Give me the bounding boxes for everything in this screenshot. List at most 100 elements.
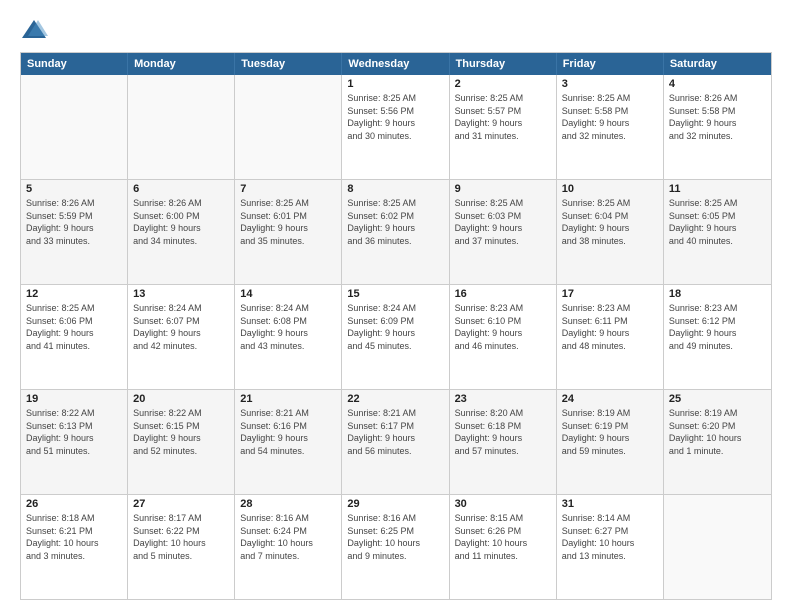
- day-info: Sunrise: 8:25 AM Sunset: 5:58 PM Dayligh…: [562, 92, 658, 142]
- day-cell-12: 12Sunrise: 8:25 AM Sunset: 6:06 PM Dayli…: [21, 285, 128, 389]
- day-cell-16: 16 Sunrise: 8:23 AM Sunset: 6:10 PM Dayli…: [450, 285, 557, 389]
- calendar: SundayMondayTuesdayWednesdayThursdayFrid…: [20, 52, 772, 600]
- day-number: 28: [240, 498, 336, 510]
- day-cell-4: 4Sunrise: 8:26 AM Sunset: 5:58 PM Daylig…: [664, 75, 771, 179]
- day-cell-7: 7Sunrise: 8:25 AM Sunset: 6:01 PM Daylig…: [235, 180, 342, 284]
- day-number: 11: [669, 183, 766, 195]
- day-number: 25: [669, 393, 766, 405]
- calendar-body: 1 Sunrise: 8:25 AM Sunset: 5:56 PM Daylig…: [21, 75, 771, 599]
- day-info: Sunrise: 8:21 AM Sunset: 6:17 PM Dayligh…: [347, 407, 443, 457]
- day-number: 5: [26, 183, 122, 195]
- empty-cell-0-1: [128, 75, 235, 179]
- day-number: 20: [133, 393, 229, 405]
- day-info: Sunrise: 8:16 AM Sunset: 6:25 PM Dayligh…: [347, 512, 443, 562]
- day-cell-31: 31Sunrise: 8:14 AM Sunset: 6:27 PM Dayli…: [557, 495, 664, 599]
- day-cell-24: 24 Sunrise: 8:19 AM Sunset: 6:19 PM Dayli…: [557, 390, 664, 494]
- day-number: 31: [562, 498, 658, 510]
- day-number: 9: [455, 183, 551, 195]
- day-info: Sunrise: 8:20 AM Sunset: 6:18 PM Dayligh…: [455, 407, 551, 457]
- day-number: 19: [26, 393, 122, 405]
- day-cell-29: 29 Sunrise: 8:16 AM Sunset: 6:25 PM Dayli…: [342, 495, 449, 599]
- day-info: Sunrise: 8:15 AM Sunset: 6:26 PM Dayligh…: [455, 512, 551, 562]
- header-day-wednesday: Wednesday: [342, 53, 449, 75]
- header-day-tuesday: Tuesday: [235, 53, 342, 75]
- calendar-row-4: 26Sunrise: 8:18 AM Sunset: 6:21 PM Dayli…: [21, 494, 771, 599]
- day-cell-28: 28 Sunrise: 8:16 AM Sunset: 6:24 PM Dayli…: [235, 495, 342, 599]
- day-number: 17: [562, 288, 658, 300]
- page: SundayMondayTuesdayWednesdayThursdayFrid…: [0, 0, 792, 612]
- header-day-thursday: Thursday: [450, 53, 557, 75]
- day-number: 1: [347, 78, 443, 90]
- day-number: 30: [455, 498, 551, 510]
- day-cell-18: 18 Sunrise: 8:23 AM Sunset: 6:12 PM Dayli…: [664, 285, 771, 389]
- day-info: Sunrise: 8:25 AM Sunset: 6:02 PM Dayligh…: [347, 197, 443, 247]
- logo-icon: [20, 16, 48, 44]
- empty-cell-4-6: [664, 495, 771, 599]
- day-number: 18: [669, 288, 766, 300]
- day-number: 15: [347, 288, 443, 300]
- calendar-row-3: 19 Sunrise: 8:22 AM Sunset: 6:13 PM Dayli…: [21, 389, 771, 494]
- header-day-saturday: Saturday: [664, 53, 771, 75]
- day-info: Sunrise: 8:25 AM Sunset: 5:56 PM Dayligh…: [347, 92, 443, 142]
- day-number: 24: [562, 393, 658, 405]
- day-number: 14: [240, 288, 336, 300]
- day-number: 10: [562, 183, 658, 195]
- header: [20, 16, 772, 44]
- day-number: 22: [347, 393, 443, 405]
- day-info: Sunrise: 8:19 AM Sunset: 6:19 PM Dayligh…: [562, 407, 658, 457]
- day-info: Sunrise: 8:19 AM Sunset: 6:20 PM Dayligh…: [669, 407, 766, 457]
- day-cell-6: 6Sunrise: 8:26 AM Sunset: 6:00 PM Daylig…: [128, 180, 235, 284]
- day-info: Sunrise: 8:24 AM Sunset: 6:07 PM Dayligh…: [133, 302, 229, 352]
- day-cell-11: 11Sunrise: 8:25 AM Sunset: 6:05 PM Dayli…: [664, 180, 771, 284]
- day-cell-8: 8 Sunrise: 8:25 AM Sunset: 6:02 PM Daylig…: [342, 180, 449, 284]
- day-cell-19: 19 Sunrise: 8:22 AM Sunset: 6:13 PM Dayli…: [21, 390, 128, 494]
- day-number: 21: [240, 393, 336, 405]
- logo: [20, 16, 52, 44]
- day-info: Sunrise: 8:24 AM Sunset: 6:08 PM Dayligh…: [240, 302, 336, 352]
- day-cell-27: 27Sunrise: 8:17 AM Sunset: 6:22 PM Dayli…: [128, 495, 235, 599]
- day-cell-9: 9 Sunrise: 8:25 AM Sunset: 6:03 PM Daylig…: [450, 180, 557, 284]
- day-cell-15: 15 Sunrise: 8:24 AM Sunset: 6:09 PM Dayli…: [342, 285, 449, 389]
- day-info: Sunrise: 8:22 AM Sunset: 6:13 PM Dayligh…: [26, 407, 122, 457]
- header-day-friday: Friday: [557, 53, 664, 75]
- day-cell-22: 22 Sunrise: 8:21 AM Sunset: 6:17 PM Dayli…: [342, 390, 449, 494]
- day-number: 16: [455, 288, 551, 300]
- day-info: Sunrise: 8:25 AM Sunset: 6:03 PM Dayligh…: [455, 197, 551, 247]
- day-info: Sunrise: 8:26 AM Sunset: 5:59 PM Dayligh…: [26, 197, 122, 247]
- day-info: Sunrise: 8:21 AM Sunset: 6:16 PM Dayligh…: [240, 407, 336, 457]
- day-cell-1: 1 Sunrise: 8:25 AM Sunset: 5:56 PM Daylig…: [342, 75, 449, 179]
- empty-cell-0-2: [235, 75, 342, 179]
- calendar-row-0: 1 Sunrise: 8:25 AM Sunset: 5:56 PM Daylig…: [21, 75, 771, 179]
- day-info: Sunrise: 8:24 AM Sunset: 6:09 PM Dayligh…: [347, 302, 443, 352]
- calendar-header: SundayMondayTuesdayWednesdayThursdayFrid…: [21, 53, 771, 75]
- day-number: 6: [133, 183, 229, 195]
- empty-cell-0-0: [21, 75, 128, 179]
- day-number: 13: [133, 288, 229, 300]
- day-info: Sunrise: 8:25 AM Sunset: 5:57 PM Dayligh…: [455, 92, 551, 142]
- day-number: 8: [347, 183, 443, 195]
- day-number: 2: [455, 78, 551, 90]
- header-day-sunday: Sunday: [21, 53, 128, 75]
- day-cell-21: 21 Sunrise: 8:21 AM Sunset: 6:16 PM Dayli…: [235, 390, 342, 494]
- day-info: Sunrise: 8:22 AM Sunset: 6:15 PM Dayligh…: [133, 407, 229, 457]
- day-cell-23: 23Sunrise: 8:20 AM Sunset: 6:18 PM Dayli…: [450, 390, 557, 494]
- day-cell-25: 25 Sunrise: 8:19 AM Sunset: 6:20 PM Dayli…: [664, 390, 771, 494]
- day-cell-10: 10 Sunrise: 8:25 AM Sunset: 6:04 PM Dayli…: [557, 180, 664, 284]
- day-cell-26: 26Sunrise: 8:18 AM Sunset: 6:21 PM Dayli…: [21, 495, 128, 599]
- day-cell-30: 30 Sunrise: 8:15 AM Sunset: 6:26 PM Dayli…: [450, 495, 557, 599]
- day-number: 7: [240, 183, 336, 195]
- day-cell-20: 20 Sunrise: 8:22 AM Sunset: 6:15 PM Dayli…: [128, 390, 235, 494]
- calendar-row-1: 5 Sunrise: 8:26 AM Sunset: 5:59 PM Daylig…: [21, 179, 771, 284]
- day-info: Sunrise: 8:25 AM Sunset: 6:04 PM Dayligh…: [562, 197, 658, 247]
- day-number: 12: [26, 288, 122, 300]
- calendar-row-2: 12Sunrise: 8:25 AM Sunset: 6:06 PM Dayli…: [21, 284, 771, 389]
- day-info: Sunrise: 8:23 AM Sunset: 6:11 PM Dayligh…: [562, 302, 658, 352]
- day-number: 29: [347, 498, 443, 510]
- day-info: Sunrise: 8:16 AM Sunset: 6:24 PM Dayligh…: [240, 512, 336, 562]
- day-number: 27: [133, 498, 229, 510]
- day-cell-2: 2 Sunrise: 8:25 AM Sunset: 5:57 PM Daylig…: [450, 75, 557, 179]
- day-info: Sunrise: 8:23 AM Sunset: 6:10 PM Dayligh…: [455, 302, 551, 352]
- day-info: Sunrise: 8:23 AM Sunset: 6:12 PM Dayligh…: [669, 302, 766, 352]
- header-day-monday: Monday: [128, 53, 235, 75]
- day-number: 3: [562, 78, 658, 90]
